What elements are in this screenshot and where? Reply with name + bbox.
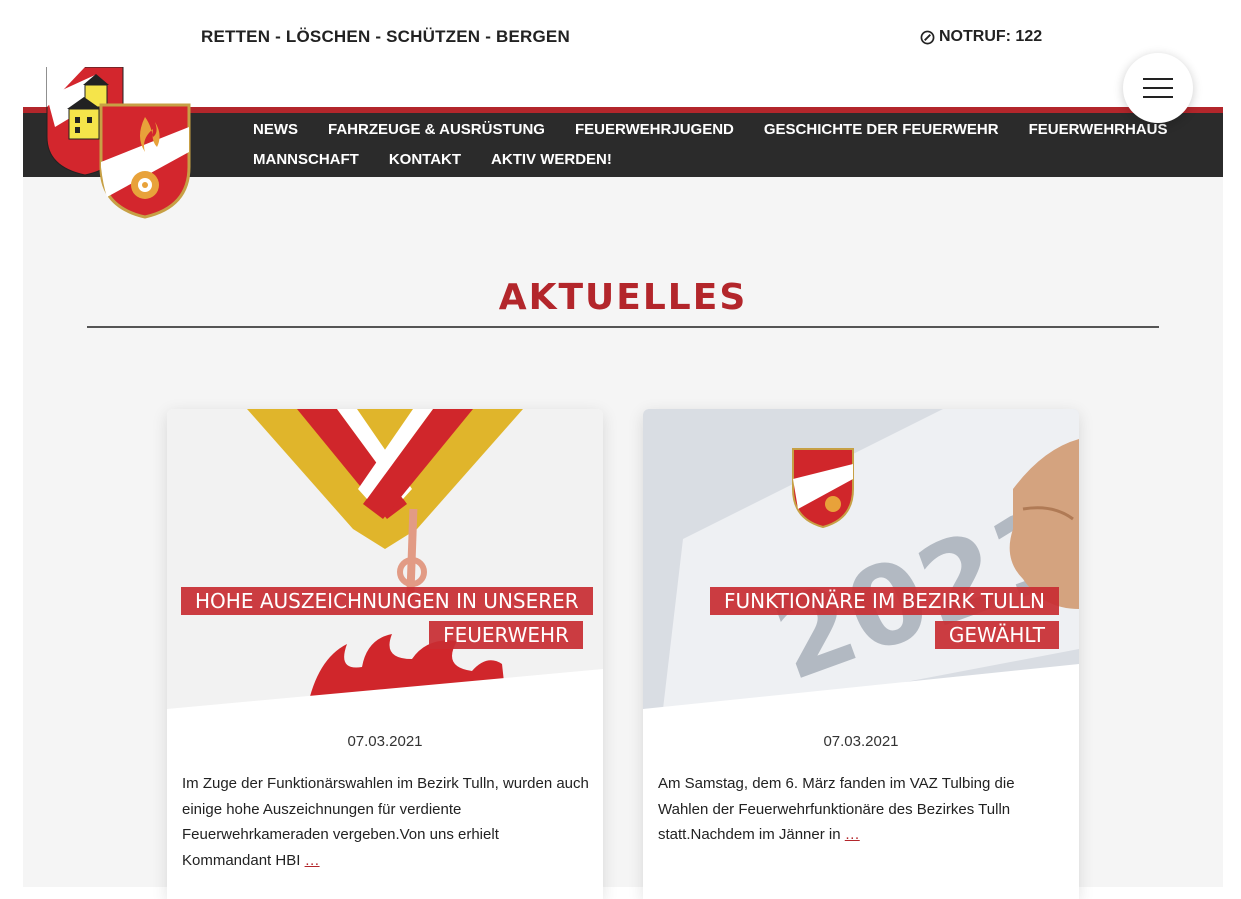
main-navigation: NEWS FAHRZEUGE & AUSRÜSTUNG FEUERWEHRJUG… xyxy=(23,107,1223,177)
news-card[interactable]: 2021 FUNKTIONÄRE IM BEZIRK TULLN GEWÄHLT… xyxy=(643,409,1079,899)
nav-item-feuerwehrjugend[interactable]: FEUERWEHRJUGEND xyxy=(575,120,734,150)
fire-department-logo[interactable] xyxy=(45,67,195,219)
slogan: RETTEN - LÖSCHEN - SCHÜTZEN - BERGEN xyxy=(201,27,570,46)
emergency-number-label: NOTRUF: 122 xyxy=(939,28,1043,45)
read-more-link[interactable]: … xyxy=(845,826,860,843)
news-card-excerpt-text: Im Zuge der Funktionärswahlen im Bezirk … xyxy=(182,775,589,869)
emergency-number[interactable]: NOTRUF: 122 xyxy=(920,28,1042,46)
nav-menu: NEWS FAHRZEUGE & AUSRÜSTUNG FEUERWEHRJUG… xyxy=(253,120,1213,180)
menu-icon-bar xyxy=(1143,96,1173,98)
news-card-excerpt: Am Samstag, dem 6. März fanden im VAZ Tu… xyxy=(658,771,1068,848)
nav-item-mannschaft[interactable]: MANNSCHAFT xyxy=(253,150,359,180)
news-card-excerpt: Im Zuge der Funktionärswahlen im Bezirk … xyxy=(182,771,592,873)
nav-item-news[interactable]: NEWS xyxy=(253,120,298,150)
menu-icon-bar xyxy=(1143,78,1173,80)
nav-item-kontakt[interactable]: KONTAKT xyxy=(389,150,461,180)
news-card-image[interactable]: 2021 xyxy=(643,409,1079,709)
news-card-title[interactable]: FUNKTIONÄRE IM BEZIRK TULLN GEWÄHLT xyxy=(657,584,1059,652)
read-more-link[interactable]: … xyxy=(305,852,320,869)
hamburger-menu-button[interactable] xyxy=(1123,53,1193,123)
election-image: 2021 xyxy=(643,409,1079,709)
menu-icon-bar xyxy=(1143,87,1173,89)
nav-item-feuerwehrhaus[interactable]: FEUERWEHRHAUS xyxy=(1029,120,1168,150)
nav-item-geschichte[interactable]: GESCHICHTE DER FEUERWEHR xyxy=(764,120,999,150)
news-card[interactable]: HOHE AUSZEICHNUNGEN IN UNSERER FEUERWEHR… xyxy=(167,409,603,899)
news-card-title[interactable]: HOHE AUSZEICHNUNGEN IN UNSERER FEUERWEHR xyxy=(181,584,593,652)
main-content: AKTUELLES HOHE AUSZEICHNUNGEN IN UNSERER… xyxy=(23,177,1223,899)
news-card-date: 07.03.2021 xyxy=(823,733,899,750)
news-card-excerpt-text: Am Samstag, dem 6. März fanden im VAZ Tu… xyxy=(658,775,1015,843)
nav-item-fahrzeuge[interactable]: FAHRZEUGE & AUSRÜSTUNG xyxy=(328,120,545,150)
news-card-title-text[interactable]: HOHE AUSZEICHNUNGEN IN UNSERER FEUERWEHR xyxy=(181,587,593,649)
medal-image xyxy=(167,409,603,709)
title-divider xyxy=(87,326,1159,328)
nav-item-aktiv-werden[interactable]: AKTIV WERDEN! xyxy=(491,150,612,180)
news-card-image[interactable] xyxy=(167,409,603,709)
phone-icon xyxy=(920,30,935,44)
news-card-title-text[interactable]: FUNKTIONÄRE IM BEZIRK TULLN GEWÄHLT xyxy=(710,587,1059,649)
section-title: AKTUELLES xyxy=(498,277,748,318)
news-card-date: 07.03.2021 xyxy=(347,733,423,750)
